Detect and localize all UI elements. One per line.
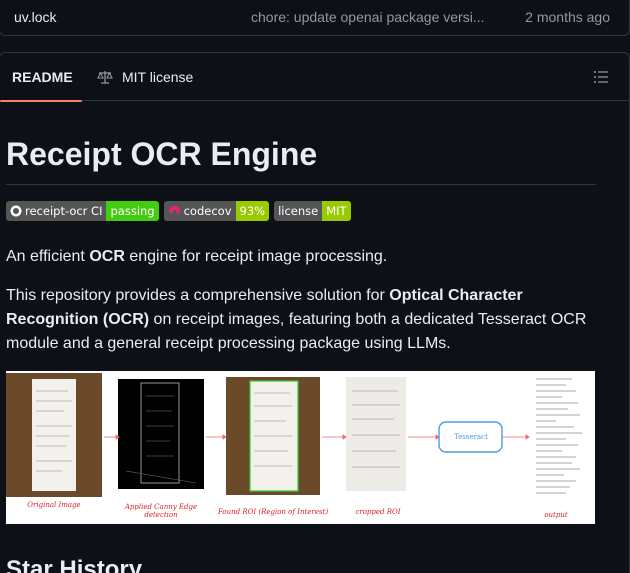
license-badge-value: MIT [322,201,351,221]
tab-license[interactable]: MIT license [97,53,193,101]
license-badge-label: license [278,204,319,218]
file-row-uv-lock[interactable]: uv.lock chore: update openai package ver… [0,0,630,36]
pipeline-diagram [6,373,582,497]
readme-panel: README MIT license Receipt OCR Engine re… [0,52,630,573]
stage-label-output: output [544,511,568,519]
readme-title: Receipt OCR Engine [6,134,596,185]
stage-label-cropped: cropped ROI [355,508,401,516]
codecov-badge-label: codecov [183,204,232,218]
github-icon [10,205,22,217]
ci-badge-label: receipt-ocr CI [25,204,103,218]
badge-row: receipt-ocr CI passing codecov 93% licen… [6,201,351,221]
ocr-pipeline-image: Original Image Applied Canny Edge detect… [6,371,595,524]
ci-badge-status: passing [106,201,159,221]
table-of-contents-button[interactable] [593,69,609,85]
readme-tabs-bar: README MIT license [0,53,629,102]
stage-label-tesseract: Tesseract [454,433,488,441]
active-tab-underline [0,100,82,102]
codecov-badge-value: 93% [235,201,270,221]
list-icon [594,71,608,83]
intro-paragraph: An efficient OCR engine for receipt imag… [6,248,388,265]
tab-license-label: MIT license [122,69,194,85]
stage-label-canny: Applied Canny Edge detection [124,503,198,519]
commit-age: 2 months ago [525,9,610,25]
codecov-icon [168,206,180,214]
commit-message-link[interactable]: chore: update openai package versi... [251,9,485,25]
license-badge[interactable]: license MIT [274,201,351,221]
codecov-badge[interactable]: codecov 93% [163,201,270,221]
star-history-heading: Star History [6,556,143,573]
file-name-link[interactable]: uv.lock [14,9,57,25]
scale-icon [97,69,113,85]
ci-badge[interactable]: receipt-ocr CI passing [6,201,159,221]
stage-label-original: Original Image [27,501,81,509]
tab-readme-label: README [12,69,73,85]
tab-readme[interactable]: README [0,53,82,102]
description-paragraph: This repository provides a comprehensive… [6,287,587,352]
stage-label-roi: Found ROI (Region of Interest) [217,508,329,516]
